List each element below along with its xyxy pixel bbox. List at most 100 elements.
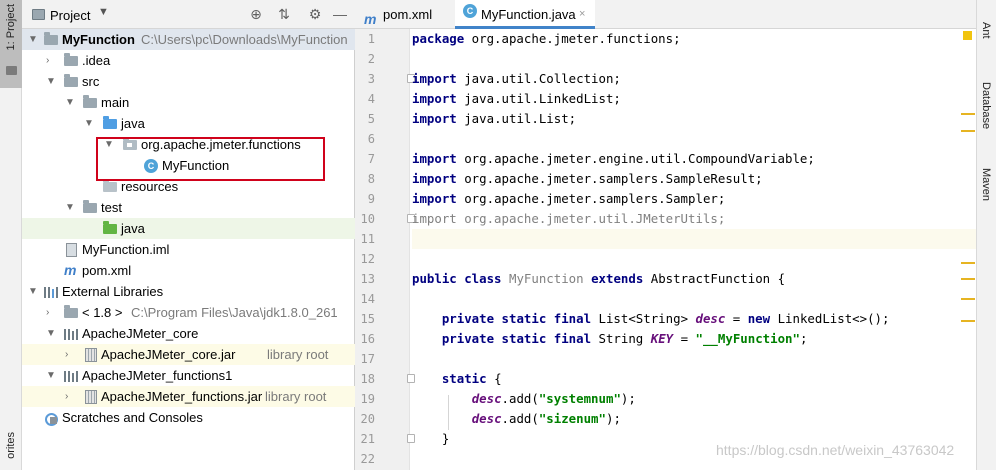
code-line[interactable] [412,129,976,149]
favorites-tool-tab[interactable]: orites [5,432,17,459]
code-token: "sizenum" [538,411,606,426]
code-line[interactable]: static { [412,369,976,389]
tree-item-test[interactable]: ▼ test [22,197,355,218]
code-token: org.apache.jmeter.samplers.Sampler; [456,191,726,206]
tree-item-main[interactable]: ▼ main [22,92,355,113]
tree-item-external-libraries[interactable]: ▼ External Libraries [22,281,355,302]
tree-item-jmeter-functions-lib[interactable]: ▼ ApacheJMeter_functions1 [22,365,355,386]
code-token: { [486,371,502,386]
code-line[interactable]: private static final List<String> desc =… [412,309,976,329]
code-line[interactable]: import org.apache.jmeter.util.JMeterUtil… [412,209,976,229]
tree-item-myfunction-root[interactable]: ▼ MyFunction C:\Users\pc\Downloads\MyFun… [22,29,355,50]
tree-item-jmeter-functions-jar[interactable]: › ApacheJMeter_functions.jar library roo… [22,386,355,407]
chevron-right-icon[interactable]: › [46,302,49,323]
line-number: 5 [367,112,375,126]
current-code-line[interactable] [412,229,976,249]
tree-item-pom[interactable]: m pom.xml [22,260,355,281]
chevron-down-icon[interactable]: ▼ [46,365,56,386]
line-number: 7 [367,152,375,166]
code-line[interactable] [412,349,976,369]
jar-icon [85,348,97,362]
tree-item-jdk[interactable]: › < 1.8 > C:\Program Files\Java\jdk1.8.0… [22,302,355,323]
tab-myfunction-java[interactable]: C MyFunction.java × [455,0,595,29]
chevron-down-icon[interactable]: ▼ [65,197,75,218]
error-stripe-mark[interactable] [961,130,975,132]
chevron-right-icon[interactable]: › [65,386,68,407]
line-number: 16 [360,332,375,346]
library-icon [44,286,58,298]
code-token: } [412,431,450,446]
error-stripe-mark[interactable] [961,298,975,300]
chevron-down-icon[interactable]: ▼ [46,71,56,92]
close-icon[interactable]: × [579,0,585,29]
tree-item-idea[interactable]: › .idea [22,50,355,71]
tree-item-jmeter-core-lib[interactable]: ▼ ApacheJMeter_core [22,323,355,344]
code-line[interactable]: import org.apache.jmeter.samplers.Sample… [412,169,976,189]
project-tool-tab[interactable]: 1: Project [0,0,22,88]
code-line[interactable] [412,289,976,309]
error-stripe-mark[interactable] [961,320,975,322]
code-line[interactable]: import java.util.Collection; [412,69,976,89]
chevron-down-icon[interactable]: ▼ [28,281,38,302]
code-token: java.util.List; [456,111,577,126]
code-line[interactable]: import org.apache.jmeter.samplers.Sample… [412,189,976,209]
code-line[interactable]: private static final String KEY = "__MyF… [412,329,976,349]
right-tool-strip: Ant Database Maven [976,0,996,470]
code-line[interactable]: import java.util.LinkedList; [412,89,976,109]
line-number: 15 [360,312,375,326]
locate-file-icon[interactable]: ⊕ [248,6,264,22]
chevron-down-icon[interactable]: ▼ [28,29,38,50]
inspection-status-icon[interactable] [963,31,972,40]
tree-item-src[interactable]: ▼ src [22,71,355,92]
annotation-highlight-box [96,137,325,181]
error-stripe-mark[interactable] [961,278,975,280]
chevron-right-icon[interactable]: › [46,50,49,71]
tab-label: pom.xml [383,7,433,22]
chevron-down-icon[interactable]: ▼ [98,6,109,18]
code-token: desc [471,391,502,406]
tree-item-scratches[interactable]: Scratches and Consoles [22,407,355,428]
code-line[interactable] [412,249,976,269]
code-token: org.apache.jmeter.engine.util.CompoundVa… [456,151,815,166]
code-line[interactable]: import java.util.List; [412,109,976,129]
tree-item-path: C:\Users\pc\Downloads\MyFunction [141,32,348,47]
line-number: 2 [367,52,375,66]
maven-tool-tab[interactable]: Maven [980,168,992,201]
chevron-down-icon[interactable]: ▼ [65,92,75,113]
left-tool-strip: 1: Project orites [0,0,22,470]
code-token: "__MyFunction" [695,331,800,346]
code-token: extends [591,271,644,286]
code-token: "systemnum" [538,391,621,406]
code-token: MyFunction [509,271,584,286]
hide-panel-icon[interactable]: — [332,6,348,22]
code-token: LinkedList<>(); [770,311,890,326]
chevron-right-icon[interactable]: › [65,344,68,365]
tree-item-main-java[interactable]: ▼ java [22,113,355,134]
line-number: 12 [360,252,375,266]
tree-item-test-java[interactable]: java [22,218,355,239]
tree-item-jmeter-core-jar[interactable]: › ApacheJMeter_core.jar library root [22,344,355,365]
code-line[interactable] [412,49,976,69]
code-line[interactable]: package org.apache.jmeter.functions; [412,29,976,49]
code-line[interactable]: public class MyFunction extends Abstract… [412,269,976,289]
database-tool-tab[interactable]: Database [980,82,992,129]
ant-tool-tab[interactable]: Ant [980,22,992,39]
project-view-selector[interactable]: Project [50,8,90,23]
code-token: import [412,91,457,106]
chevron-down-icon[interactable]: ▼ [46,323,56,344]
error-stripe-mark[interactable] [961,262,975,264]
code-token: public class [412,271,502,286]
code-line[interactable]: desc.add("sizenum"); [412,409,976,429]
line-number: 20 [360,412,375,426]
gear-icon[interactable]: ⚙ [307,6,323,22]
collapse-all-icon[interactable]: ⇅ [276,6,292,22]
tree-item-iml[interactable]: MyFunction.iml [22,239,355,260]
code-token: import org.apache.jmeter.util.JMeterUtil… [412,211,726,226]
error-stripe-mark[interactable] [961,113,975,115]
tab-pom-xml[interactable]: m pom.xml [355,0,455,29]
line-number: 3 [367,72,375,86]
code-line[interactable]: import org.apache.jmeter.engine.util.Com… [412,149,976,169]
chevron-down-icon[interactable]: ▼ [84,113,94,134]
code-line[interactable]: desc.add("systemnum"); [412,389,976,409]
code-token: import [412,171,457,186]
